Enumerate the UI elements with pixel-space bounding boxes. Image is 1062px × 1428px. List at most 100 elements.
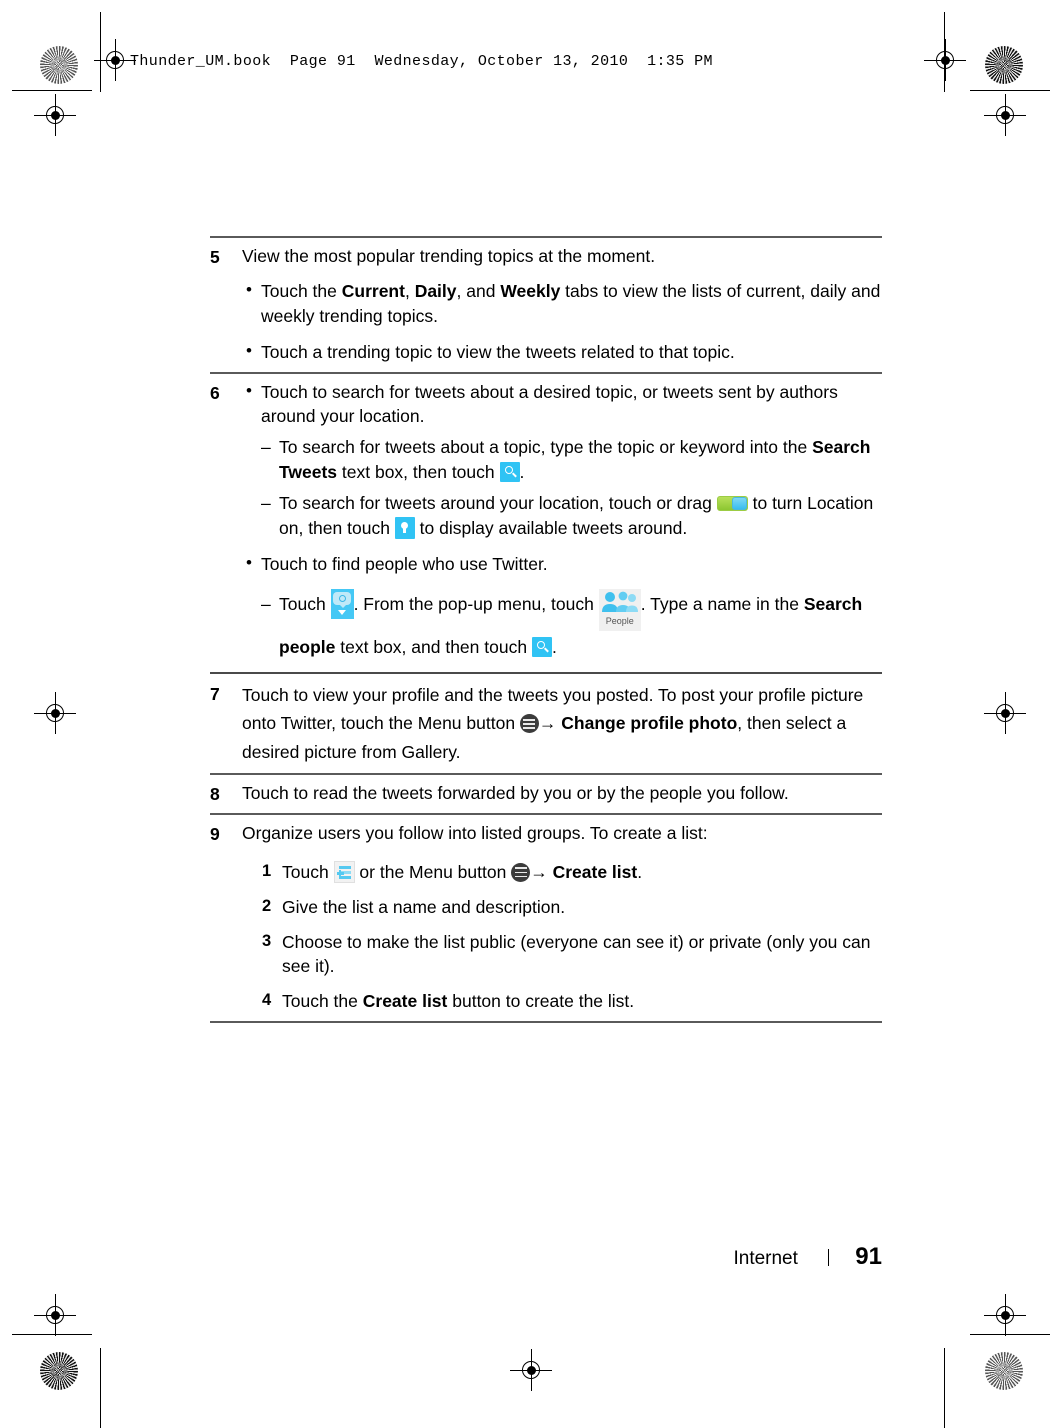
- list-item: Touch to search for tweets about a desir…: [242, 379, 882, 541]
- location-toggle-switch[interactable]: [716, 495, 748, 511]
- step-body: Organize users you follow into listed gr…: [242, 821, 882, 1014]
- text-run-bold: Weekly: [500, 281, 561, 302]
- step-number: 9: [210, 824, 220, 845]
- list-item: Touch a trending topic to view the tweet…: [242, 339, 882, 365]
- text-run: Touch: [282, 861, 334, 882]
- print-starburst-mark: [985, 46, 1023, 84]
- numbered-sub-list: 1 Touch or the Menu button → Create list.…: [242, 860, 882, 1014]
- step-number: 5: [210, 246, 220, 267]
- text-run: To search for tweets about a topic, type…: [279, 437, 813, 458]
- search-bubble-icon[interactable]: [330, 589, 354, 620]
- list-item: Touch to find people who use Twitter. To…: [242, 551, 882, 665]
- list-item: Touch the Current, Daily, and Weekly tab…: [242, 278, 882, 329]
- location-pin-icon[interactable]: [394, 516, 415, 539]
- text-run: To search for tweets around your locatio…: [279, 492, 717, 513]
- dash-list: To search for tweets about a topic, type…: [261, 435, 882, 540]
- text-run: Touch to find people who use Twitter.: [261, 553, 548, 574]
- text-run: Choose to make the list public (everyone…: [282, 931, 871, 977]
- search-icon[interactable]: [531, 637, 552, 658]
- step-number: 8: [210, 783, 220, 804]
- text-run: Touch the: [282, 991, 363, 1012]
- text-run-bold: Change profile photo: [561, 713, 738, 734]
- page-number: 91: [855, 1243, 882, 1270]
- crop-line: [100, 12, 102, 92]
- bullet-list: Touch the Current, Daily, and Weekly tab…: [242, 278, 882, 365]
- sub-step-number: 3: [262, 931, 272, 950]
- dash-list: Touch . From the pop-up menu, touch Peop…: [261, 588, 882, 664]
- text-run: or the Menu button: [354, 861, 512, 882]
- step-number: 7: [210, 684, 220, 705]
- list-item: 2 Give the list a name and description.: [262, 895, 882, 920]
- print-starburst-mark: [985, 1352, 1023, 1390]
- table-rule: [210, 1021, 882, 1023]
- footer-divider: [827, 1249, 830, 1266]
- table-row: 7 Touch to view your profile and the twe…: [210, 674, 882, 773]
- list-item: 1 Touch or the Menu button → Create list.: [262, 860, 882, 885]
- step-body: Touch to read the tweets forwarded by yo…: [242, 782, 789, 803]
- arrow-glyph: →: [530, 861, 553, 882]
- text-run: text box, then touch: [337, 462, 500, 483]
- arrow-glyph: →: [538, 713, 562, 734]
- text-run: .: [519, 462, 525, 483]
- text-run: Touch a trending topic to view the tweet…: [261, 342, 735, 363]
- search-icon[interactable]: [499, 462, 520, 483]
- create-list-icon[interactable]: [333, 860, 355, 883]
- list-item: To search for tweets about a topic, type…: [261, 435, 882, 485]
- procedure-table: 5 View the most popular trending topics …: [210, 236, 882, 1023]
- registration-mark: [984, 1294, 1026, 1336]
- crop-line: [944, 12, 946, 92]
- crop-line: [100, 1348, 102, 1428]
- print-starburst-mark: [40, 46, 78, 84]
- sub-step-number: 1: [262, 861, 272, 880]
- text-run: .: [551, 637, 557, 658]
- step-body: Touch to search for tweets about a desir…: [242, 379, 882, 665]
- registration-mark: [34, 94, 76, 136]
- list-item: Touch . From the pop-up menu, touch Peop…: [261, 588, 882, 664]
- bullet-list: Touch to search for tweets about a desir…: [242, 379, 882, 665]
- text-run: Give the list a name and description.: [282, 896, 566, 917]
- table-row: 8 Touch to read the tweets forwarded by …: [210, 775, 882, 814]
- step-intro: Organize users you follow into listed gr…: [242, 823, 708, 844]
- people-icon[interactable]: People: [598, 589, 641, 632]
- text-run: ,: [404, 281, 415, 302]
- text-run: , and: [456, 281, 501, 302]
- step-number: 6: [210, 382, 220, 403]
- crop-line: [944, 1348, 946, 1428]
- text-run: . Type a name in the: [640, 594, 804, 615]
- registration-mark: [94, 39, 136, 81]
- print-starburst-mark: [40, 1352, 78, 1390]
- step-body: Touch to view your profile and the tweet…: [242, 681, 882, 766]
- text-run: to display available tweets around.: [414, 517, 688, 538]
- text-run: Touch to search for tweets about a desir…: [261, 381, 838, 427]
- crop-line: [970, 90, 1050, 92]
- chapter-name: Internet: [733, 1248, 798, 1269]
- book-slug-line: Thunder_UM.book Page 91 Wednesday, Octob…: [130, 53, 713, 70]
- text-run-bold: Create list: [552, 861, 638, 882]
- list-item: To search for tweets around your locatio…: [261, 491, 882, 541]
- list-item: 3 Choose to make the list public (everyon…: [262, 930, 882, 980]
- registration-mark: [984, 94, 1026, 136]
- text-run-bold: Daily: [414, 281, 457, 302]
- table-row: 5 View the most popular trending topics …: [210, 238, 882, 372]
- step-intro: View the most popular trending topics at…: [242, 245, 656, 266]
- people-glyph: [601, 591, 639, 613]
- text-run-bold: Create list: [362, 991, 448, 1012]
- text-run: button to create the list.: [447, 991, 635, 1012]
- menu-button-icon[interactable]: [519, 714, 539, 734]
- registration-mark: [984, 692, 1026, 734]
- text-run-bold: Current: [341, 281, 405, 302]
- registration-mark: [34, 1294, 76, 1336]
- table-row: 6 Touch to search for tweets about a des…: [210, 374, 882, 672]
- text-run: . From the pop-up menu, touch: [353, 594, 599, 615]
- text-run: Touch: [279, 594, 331, 615]
- page-footer: Internet 91: [210, 1243, 882, 1271]
- menu-button-icon[interactable]: [511, 862, 531, 882]
- text-run: Touch the: [261, 281, 342, 302]
- text-run: text box, and then touch: [335, 637, 532, 658]
- sub-step-number: 2: [262, 896, 272, 915]
- table-row: 9 Organize users you follow into listed …: [210, 815, 882, 1021]
- list-item: 4 Touch the Create list button to create …: [262, 989, 882, 1014]
- crop-line: [970, 1334, 1050, 1336]
- registration-mark: [510, 1349, 552, 1391]
- registration-mark: [34, 692, 76, 734]
